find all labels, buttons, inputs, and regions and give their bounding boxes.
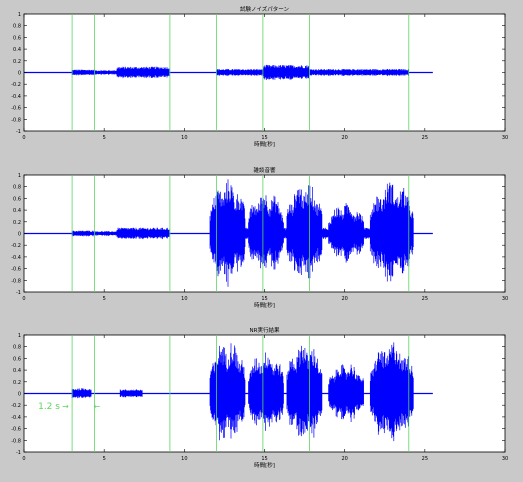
figure-canvas: -1-0.8-0.6-0.4-0.200.20.40.60.810 5 10 15 20… (11, 5, 508, 469)
y-tick-label: 1 (18, 173, 21, 179)
y-tick-label: -0.4 (11, 415, 21, 421)
subplot-title: 試験ノイズパターン (240, 5, 290, 13)
x-tick-label: 25 (422, 456, 428, 462)
x-tick-label: 20 (341, 135, 347, 141)
x-tick-label: 15 (261, 296, 267, 302)
y-tick-label: 0 (18, 232, 21, 238)
y-tick-label: -0.4 (11, 255, 21, 261)
x-tick-label: 10 (181, 456, 187, 462)
x-tick-label: 30 (502, 135, 508, 141)
y-tick-label: 1 (18, 333, 21, 339)
annotation-arrow-left: ← (93, 402, 100, 411)
y-tick-label: 0.4 (13, 208, 21, 214)
y-tick-label: -0.2 (11, 403, 21, 409)
signal-segment (94, 231, 118, 236)
y-tick-label: -0.8 (11, 438, 21, 444)
y-tick-label: -1 (16, 129, 21, 135)
x-tick-label: 10 (181, 296, 187, 302)
x-tick-label: 30 (502, 456, 508, 462)
y-tick-label: 0.8 (13, 345, 21, 351)
x-tick-label: 15 (261, 456, 267, 462)
y-tick-label: 0.8 (13, 24, 21, 30)
y-tick-label: -1 (16, 290, 21, 296)
y-tick-label: -0.6 (11, 106, 21, 112)
y-tick-label: -1 (16, 450, 21, 456)
x-tick-label: 10 (181, 135, 187, 141)
y-tick-label: 0.6 (13, 196, 21, 202)
x-tick-label: 0 (22, 456, 25, 462)
x-tick-label: 0 (22, 135, 25, 141)
subplot-2: -1-0.8-0.6-0.4-0.200.20.40.60.810 5 10 15 20… (11, 166, 508, 309)
subplot-title: NR実行結果 (250, 326, 280, 334)
x-axis-label: 時間[秒] (254, 461, 275, 469)
y-tick-label: -0.8 (11, 278, 21, 284)
y-tick-label: 0.8 (13, 185, 21, 191)
x-tick-label: 30 (502, 296, 508, 302)
y-tick-label: -0.2 (11, 243, 21, 249)
y-tick-label: -0.6 (11, 267, 21, 273)
x-tick-label: 5 (103, 456, 106, 462)
signal-segment (116, 66, 170, 79)
figure: -1 -0.8 -0.6 -0.4 -0.2 0 0.2 0.4 0.6 0.8 1 0 5 10 15 20… (0, 0, 523, 478)
y-tick-label: 0.2 (13, 220, 21, 226)
y-tick-label: 0.4 (13, 368, 21, 374)
y-tick-label: -0.6 (11, 427, 21, 433)
x-tick-label: 20 (341, 456, 347, 462)
annotation-arrow-right: → (62, 402, 69, 411)
y-tick-label: 0.4 (13, 47, 21, 53)
signal-segment (71, 69, 96, 76)
x-tick-label: 5 (103, 296, 106, 302)
x-axis-label: 時間[秒] (254, 140, 275, 148)
signal-segment (94, 70, 118, 75)
y-tick-label: 1 (18, 12, 21, 18)
signal-segment (119, 389, 143, 398)
x-tick-label: 15 (261, 135, 267, 141)
subplot-1: -1-0.8-0.6-0.4-0.200.20.40.60.810 5 10 15 20… (11, 5, 508, 148)
y-tick-label: -0.8 (11, 117, 21, 123)
signal-segment (116, 227, 170, 240)
y-tick-label: -0.4 (11, 94, 21, 100)
x-tick-label: 25 (422, 135, 428, 141)
subplot-3: -1-0.8-0.6-0.4-0.200.20.40.60.810 5 10 15 20… (11, 326, 508, 469)
y-tick-label: 0.6 (13, 35, 21, 41)
x-tick-label: 5 (103, 135, 106, 141)
x-tick-label: 20 (341, 296, 347, 302)
y-tick-label: 0.2 (13, 59, 21, 65)
y-tick-label: 0 (18, 392, 21, 398)
x-axis-label: 時間[秒] (254, 301, 275, 309)
y-tick-label: 0.6 (13, 356, 21, 362)
subplot-title: 雑談音響 (253, 166, 276, 174)
y-tick-label: 0 (18, 71, 21, 77)
x-tick-label: 0 (22, 296, 25, 302)
y-tick-label: 0.2 (13, 380, 21, 386)
annotation-label: 1.2 s (38, 402, 60, 412)
y-tick-label: -0.2 (11, 82, 21, 88)
x-tick-label: 25 (422, 296, 428, 302)
